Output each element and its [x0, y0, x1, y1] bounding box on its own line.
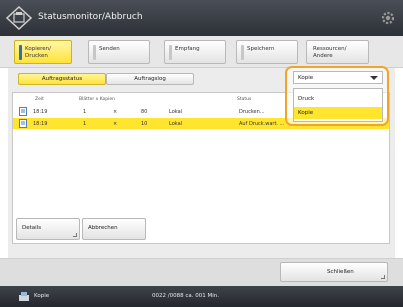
row-time: 18:19: [33, 121, 48, 127]
tab-job-log[interactable]: Auftragslog: [106, 73, 194, 85]
row-status: Auf Druck.wart. ...: [239, 121, 285, 127]
row-times: ×: [113, 109, 118, 115]
copy-mode-icon: [19, 292, 29, 301]
status-info: 0022 /0088 ca. 001 Min.: [152, 293, 219, 299]
document-icon: [19, 119, 27, 128]
row-sheets: 1: [83, 121, 87, 127]
job-type-select[interactable]: Kopie: [293, 71, 383, 84]
chevron-down-icon: [370, 76, 378, 80]
tab-label: Speichern: [247, 46, 275, 52]
option-label: Druck: [298, 96, 315, 102]
option-print[interactable]: Druck: [294, 93, 382, 105]
document-icon: [19, 107, 27, 116]
tab-label: Kopieren/ Drucken: [25, 46, 51, 59]
tab-job-status[interactable]: Auftragsstatus: [18, 73, 106, 85]
row-time: 18:19: [33, 109, 48, 115]
row-copies: 10: [141, 121, 148, 127]
job-type-options: Druck Kopie: [293, 88, 383, 122]
title-bar: Statusmonitor/Abbruch: [0, 0, 403, 36]
machine-logo-icon: [6, 6, 32, 30]
row-times: ×: [113, 121, 118, 127]
status-mode: Kopie: [34, 293, 50, 299]
row-status: Drucken...: [239, 109, 265, 115]
cancel-button[interactable]: Abbrechen: [82, 218, 146, 240]
row-destination: Lokal: [169, 109, 183, 115]
column-pages: Blätter x Kopien: [79, 97, 115, 102]
tab-send[interactable]: Senden: [88, 40, 150, 64]
job-type-selected: Kopie: [298, 75, 314, 81]
gear-icon[interactable]: [380, 10, 396, 26]
status-bar: Kopie 0022 /0088 ca. 001 Min.: [0, 286, 403, 307]
tab-copy-print[interactable]: Kopieren/ Drucken: [14, 40, 72, 64]
tab-resources[interactable]: Ressourcen/ Andere: [306, 40, 369, 64]
column-status: Status: [237, 97, 252, 102]
tab-store[interactable]: Speichern: [236, 40, 298, 64]
row-copies: 80: [141, 109, 148, 115]
details-button[interactable]: Details: [16, 218, 80, 240]
tab-receive[interactable]: Empfang: [164, 40, 226, 64]
option-copy[interactable]: Kopie: [294, 107, 382, 119]
row-sheets: 1: [83, 109, 87, 115]
job-type-filter: Kopie Druck Kopie: [285, 66, 389, 126]
function-tabs: Kopieren/ Drucken Senden Empfang Speiche…: [0, 36, 403, 68]
cancel-label: Abbrechen: [88, 225, 118, 231]
tab-label: Empfang: [175, 46, 200, 52]
option-label: Kopie: [298, 110, 314, 116]
action-bar: Schließen: [0, 258, 403, 286]
tab-label: Ressourcen/ Andere: [313, 46, 347, 59]
close-button[interactable]: Schließen: [280, 262, 388, 282]
details-label: Details: [22, 225, 42, 231]
close-label: Schließen: [327, 269, 354, 275]
page-title: Statusmonitor/Abbruch: [38, 12, 143, 22]
column-time: Zeit: [35, 97, 44, 102]
row-destination: Lokal: [169, 121, 183, 127]
tab-label: Senden: [99, 46, 120, 52]
